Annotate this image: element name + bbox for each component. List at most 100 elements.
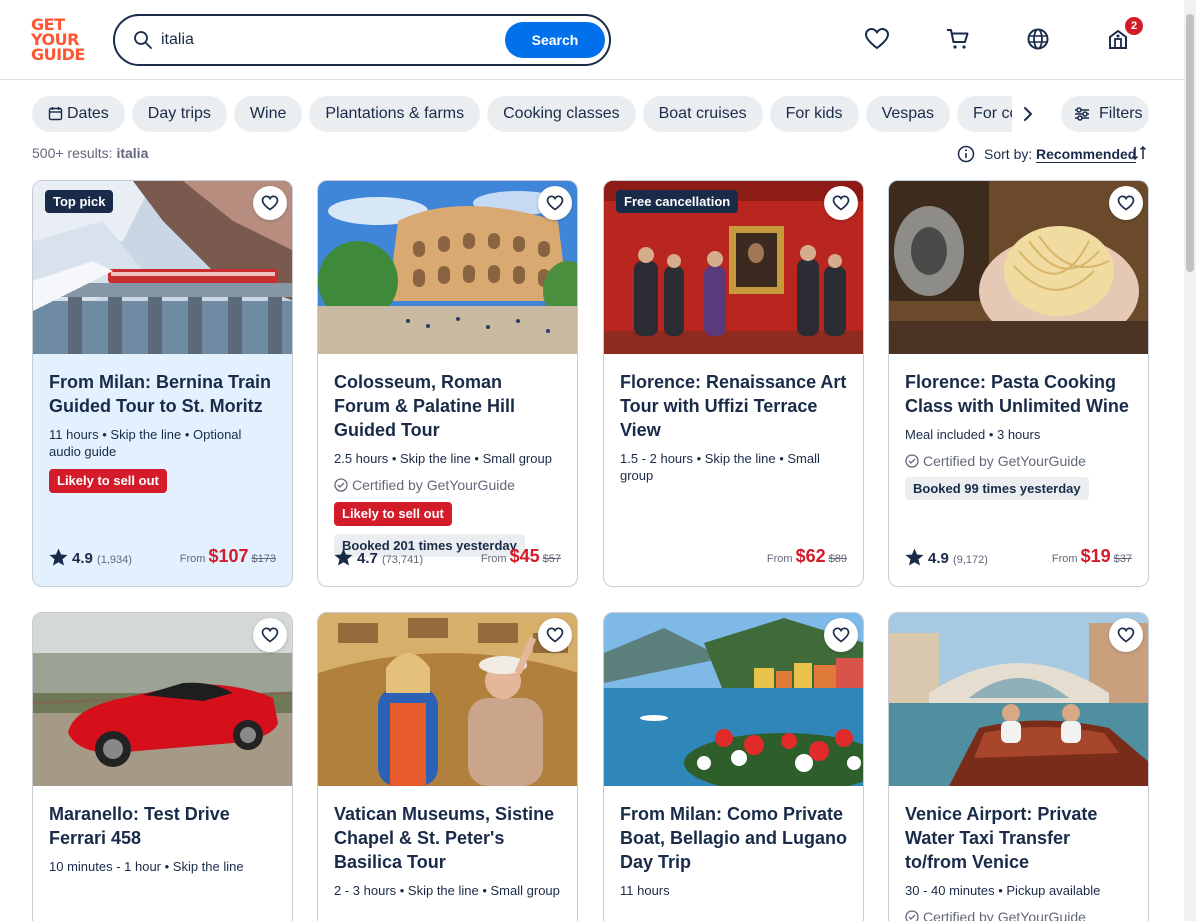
star-icon xyxy=(334,548,353,566)
review-count: (1,934) xyxy=(97,554,132,566)
activity-title[interactable]: Colosseum, Roman Forum & Palatine Hill G… xyxy=(334,370,561,442)
wishlist-button[interactable] xyxy=(253,618,287,652)
heart-icon xyxy=(546,195,564,211)
search-bar: Search xyxy=(113,14,611,66)
activity-card[interactable]: Colosseum, Roman Forum & Palatine Hill G… xyxy=(317,180,578,587)
chips-next-button[interactable] xyxy=(1012,96,1044,132)
activity-image xyxy=(604,613,863,786)
results-count: 500+ results: xyxy=(32,145,113,161)
results-summary: 500+ results: italia xyxy=(32,145,148,161)
original-price: $173 xyxy=(251,553,276,565)
bookings-count-badge: 2 xyxy=(1125,17,1143,35)
chip-day-trips[interactable]: Day trips xyxy=(131,96,227,132)
likely-to-sell-out-badge: Likely to sell out xyxy=(334,502,452,526)
activity-title[interactable]: From Milan: Bernina Train Guided Tour to… xyxy=(49,370,276,418)
heart-icon xyxy=(1117,195,1135,211)
chip-cooking-classes[interactable]: Cooking classes xyxy=(487,96,636,132)
header: GET YOUR GUIDE Search 2 xyxy=(0,0,1184,80)
rating-value: 4.9 xyxy=(928,550,949,567)
wishlist-button[interactable] xyxy=(1109,186,1143,220)
heart-icon xyxy=(546,627,564,643)
activity-card[interactable]: From Milan: Como Private Boat, Bellagio … xyxy=(603,612,864,921)
chip-plantations-farms[interactable]: Plantations & farms xyxy=(309,96,481,132)
sort-arrows-icon xyxy=(1131,145,1147,161)
wishlist-button[interactable] xyxy=(538,186,572,220)
search-icon xyxy=(134,31,152,49)
price-from-label: From xyxy=(179,553,206,565)
original-price: $89 xyxy=(828,553,847,565)
certified-label: Certified by GetYourGuide xyxy=(905,909,1132,921)
sliders-icon xyxy=(1075,107,1089,121)
rating-value: 4.7 xyxy=(357,550,378,567)
price-value: $62 xyxy=(795,546,826,566)
wishlist-heart-icon[interactable] xyxy=(863,25,891,53)
activity-card[interactable]: Venice Airport: Private Water Taxi Trans… xyxy=(888,612,1149,921)
price-from-label: From xyxy=(766,553,793,565)
wishlist-button[interactable] xyxy=(253,186,287,220)
activity-card[interactable]: Top pick From Milan: Bernina Train Guide… xyxy=(32,180,293,587)
filters-button[interactable]: Filters xyxy=(1061,96,1149,132)
category-chips: Dates Day trips Wine Plantations & farms Coo… xyxy=(32,96,1036,132)
heart-icon xyxy=(1117,627,1135,643)
activity-title[interactable]: Florence: Renaissance Art Tour with Uffi… xyxy=(620,370,847,442)
review-count: (73,741) xyxy=(382,554,424,566)
cart-icon[interactable] xyxy=(944,25,972,53)
search-input[interactable] xyxy=(161,28,501,52)
certified-check-icon xyxy=(905,910,919,921)
activity-price: From $107 $173 xyxy=(180,546,276,567)
price-value: $19 xyxy=(1080,546,1111,566)
activity-meta: 10 minutes - 1 hour • Skip the line xyxy=(49,859,244,874)
chip-vespas[interactable]: Vespas xyxy=(865,96,951,132)
price-value: $107 xyxy=(208,546,249,566)
page-scrollbar[interactable] xyxy=(1184,0,1196,921)
search-button[interactable]: Search xyxy=(505,22,605,58)
activity-image xyxy=(889,613,1148,786)
info-icon[interactable] xyxy=(957,145,975,163)
activity-meta: 11 hours • Skip the line • Optional audi… xyxy=(49,427,242,459)
star-icon xyxy=(905,548,924,566)
wishlist-button[interactable] xyxy=(824,618,858,652)
activity-title[interactable]: From Milan: Como Private Boat, Bellagio … xyxy=(620,802,847,874)
activity-price: From $62 $89 xyxy=(767,546,847,567)
scrollbar-thumb[interactable] xyxy=(1186,14,1194,272)
chip-dates[interactable]: Dates xyxy=(32,96,125,132)
activity-title[interactable]: Maranello: Test Drive Ferrari 458 xyxy=(49,802,276,850)
heart-icon xyxy=(832,195,850,211)
wishlist-button[interactable] xyxy=(1109,618,1143,652)
price-value: $45 xyxy=(509,546,540,566)
getyourguide-logo[interactable]: GET YOUR GUIDE xyxy=(31,17,91,63)
activity-price: From $45 $57 xyxy=(481,546,561,567)
chip-label: Dates xyxy=(67,105,109,122)
review-count: (9,172) xyxy=(953,554,988,566)
activity-rating: 4.7 (73,741) xyxy=(334,548,423,567)
activity-card[interactable]: Vatican Museums, Sistine Chapel & St. Pe… xyxy=(317,612,578,921)
activity-image xyxy=(889,181,1148,354)
activity-meta: 30 - 40 minutes • Pickup available xyxy=(905,883,1101,898)
activity-card[interactable]: Free cancellation Florence: Renaissance … xyxy=(603,180,864,587)
activity-card[interactable]: Maranello: Test Drive Ferrari 458 10 min… xyxy=(32,612,293,921)
activity-title[interactable]: Vatican Museums, Sistine Chapel & St. Pe… xyxy=(334,802,561,874)
sort-label: Sort by: xyxy=(984,146,1033,162)
original-price: $57 xyxy=(542,553,561,565)
sort-value[interactable]: Recommended xyxy=(1036,146,1137,163)
price-from-label: From xyxy=(480,553,507,565)
chip-for-kids[interactable]: For kids xyxy=(769,96,859,132)
activity-rating: 4.9 (1,934) xyxy=(49,548,132,567)
activity-title[interactable]: Florence: Pasta Cooking Class with Unlim… xyxy=(905,370,1132,418)
globe-icon[interactable] xyxy=(1024,25,1052,53)
chip-wine[interactable]: Wine xyxy=(233,96,303,132)
activity-price: From $19 $37 xyxy=(1052,546,1132,567)
heart-icon xyxy=(261,195,279,211)
activity-meta: Meal included • 3 hours xyxy=(905,427,1041,442)
star-icon xyxy=(49,548,68,566)
activity-title[interactable]: Venice Airport: Private Water Taxi Trans… xyxy=(905,802,1132,874)
chip-boat-cruises[interactable]: Boat cruises xyxy=(642,96,763,132)
certified-label: Certified by GetYourGuide xyxy=(334,477,561,493)
wishlist-button[interactable] xyxy=(538,618,572,652)
results-query: italia xyxy=(116,145,149,161)
activity-image: Top pick xyxy=(33,181,292,354)
wishlist-button[interactable] xyxy=(824,186,858,220)
activity-card[interactable]: Florence: Pasta Cooking Class with Unlim… xyxy=(888,180,1149,587)
logo-line-3: GUIDE xyxy=(31,45,85,64)
chevron-right-icon xyxy=(1024,107,1032,121)
